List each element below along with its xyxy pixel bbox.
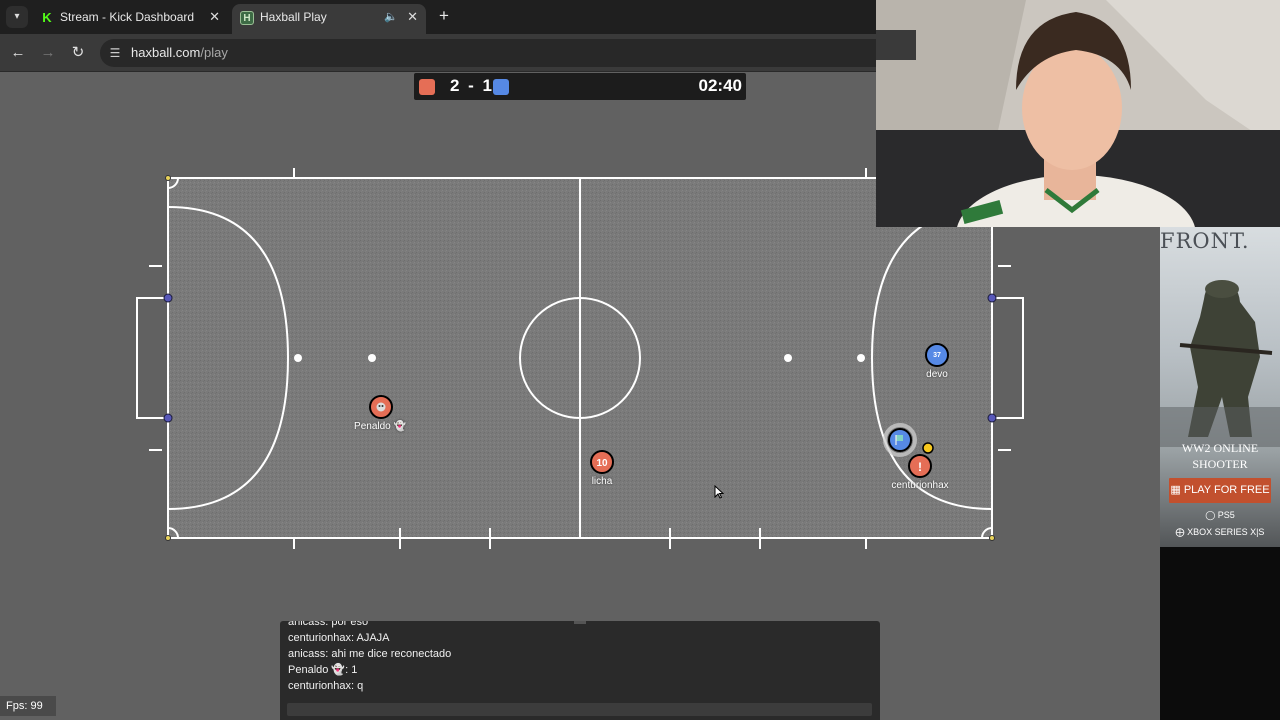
url-path: /play [200, 45, 228, 60]
penalty-spot [368, 354, 376, 362]
url-host: haxball.com [131, 45, 201, 60]
fps-counter: Fps: 99 [0, 696, 56, 716]
goal-post [987, 293, 997, 303]
back-arrow-icon[interactable]: ← [8, 43, 28, 63]
streamer-webcam-image [876, 0, 1280, 227]
corner-post [989, 535, 995, 541]
corner-post [165, 535, 171, 541]
tab-search-menu-icon[interactable]: ▾ [6, 6, 28, 28]
advertisement-panel: FRONT. WW2 ONLINE SHOOTER ▦ PLAY FOR FRE… [1160, 227, 1280, 720]
penalty-spot [857, 354, 865, 362]
ad-title: FRONT. [1160, 229, 1250, 253]
corner-post [165, 175, 171, 181]
match-timer: 02:40 [698, 76, 742, 95]
mouse-cursor-icon [714, 485, 724, 499]
tab-haxball-play[interactable]: H Haxball Play 🔈 ✕ [232, 4, 426, 34]
scoreboard: 2 - 1 02:40 [414, 73, 746, 100]
goal-post [163, 293, 173, 303]
player-centurionhax: ! [908, 454, 932, 478]
player-name-licha: licha [591, 476, 613, 487]
tab-title: Stream - Kick Dashboard [60, 10, 195, 24]
chat-message: anicass: ahi me dice reconectado [288, 648, 452, 660]
webcam-overlay [876, 0, 1280, 227]
tab-title: Haxball Play [260, 10, 327, 24]
ad-tagline: WW2 ONLINE SHOOTER [1181, 441, 1259, 471]
play-for-free-button[interactable]: ▦ PLAY FOR FREE [1169, 478, 1271, 503]
ball [922, 442, 934, 454]
goal-post [163, 413, 173, 423]
speaker-icon[interactable]: 🔈 [384, 4, 398, 30]
chat-message: Penaldo 👻: 1 [288, 664, 358, 676]
close-tab-icon[interactable]: ✕ [407, 4, 418, 30]
haxball-favicon-icon: H [240, 11, 254, 25]
player-avatar: 37 [933, 352, 941, 359]
penalty-spot [294, 354, 302, 362]
player-avatar: ! [918, 460, 922, 474]
player-penaldo [369, 395, 393, 419]
player-name-centurionhax: centurionhax [891, 480, 949, 491]
penalty-spot [784, 354, 792, 362]
player-controlled-blue [883, 423, 917, 457]
new-tab-plus-icon[interactable]: + [434, 6, 454, 26]
windows-icon: ▦ [1170, 484, 1181, 496]
player-licha: 10 [590, 450, 614, 474]
tab-kick-dashboard[interactable]: K Stream - Kick Dashboard ✕ [32, 4, 228, 34]
advertisement-banner[interactable]: FRONT. WW2 ONLINE SHOOTER ▦ PLAY FOR FRE… [1160, 227, 1280, 547]
player-devo: 37 [925, 343, 949, 367]
url-text[interactable]: haxball.com/play [131, 45, 228, 60]
player-name-devo: devo [926, 369, 948, 380]
forward-arrow-icon[interactable]: → [38, 43, 58, 63]
flag-icon [896, 435, 903, 441]
chat-input[interactable] [287, 703, 872, 716]
ad-platform-xbox: ⨁ XBOX SERIES X|S [1175, 527, 1265, 537]
url-omnibox[interactable]: ☰ haxball.com/play [100, 39, 1000, 67]
ghost-icon: 👻 [393, 421, 406, 432]
blue-team-square-icon [493, 79, 509, 95]
reload-icon[interactable]: ↻ [68, 43, 88, 63]
close-tab-icon[interactable]: ✕ [209, 4, 220, 30]
player-name-penaldo: Penaldo 👻 [354, 421, 406, 432]
chat-message: anicass: por eso [288, 621, 369, 628]
chat-box: anicass: por eso centurionhax: AJAJA ani… [280, 621, 880, 720]
goal-post [987, 413, 997, 423]
red-team-square-icon [419, 79, 435, 95]
site-settings-icon[interactable]: ☰ [108, 46, 122, 60]
chat-log: anicass: por eso centurionhax: AJAJA ani… [288, 621, 868, 694]
screen: ▾ K Stream - Kick Dashboard ✕ H Haxball … [0, 0, 1280, 720]
chat-message: centurionhax: AJAJA [288, 632, 390, 644]
xbox-icon: ⨁ [1175, 527, 1185, 537]
kick-favicon-icon: K [40, 11, 54, 25]
chat-message: centurionhax: q [288, 680, 364, 692]
playstation-icon: ◯ [1205, 510, 1216, 520]
player-avatar: 10 [596, 458, 608, 469]
ad-platform-ps5: ◯ PS5 [1205, 510, 1235, 520]
